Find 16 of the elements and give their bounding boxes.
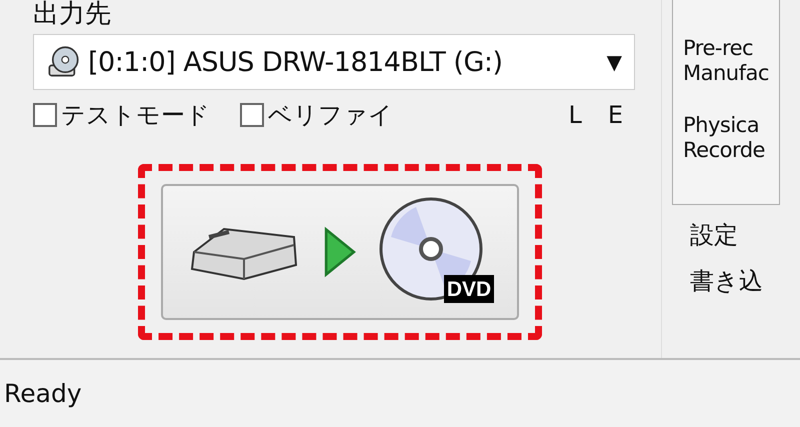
checkbox-option[interactable]: ベリファイ bbox=[240, 99, 393, 131]
burn-button[interactable]: DVD bbox=[161, 184, 519, 320]
setting-label: 設定 bbox=[690, 220, 739, 251]
device-dropdown[interactable]: [0:1:0] ASUS DRW-1814BLT (G:) ▼ bbox=[33, 34, 635, 90]
checkbox-option[interactable]: テストモード bbox=[33, 99, 210, 131]
info-text: Recorde bbox=[683, 138, 766, 163]
info-text: Manufac bbox=[683, 61, 770, 86]
play-icon bbox=[322, 226, 358, 278]
setting-label: 書き込 bbox=[690, 266, 764, 297]
info-text: Pre-rec bbox=[683, 36, 754, 61]
disc-drive-icon bbox=[46, 45, 80, 79]
flag-letter: L bbox=[568, 101, 582, 129]
status-text: Ready bbox=[4, 379, 82, 408]
output-label: 出力先 bbox=[33, 0, 112, 31]
info-text: Physica bbox=[683, 113, 760, 138]
flag-letter: E bbox=[608, 101, 623, 129]
